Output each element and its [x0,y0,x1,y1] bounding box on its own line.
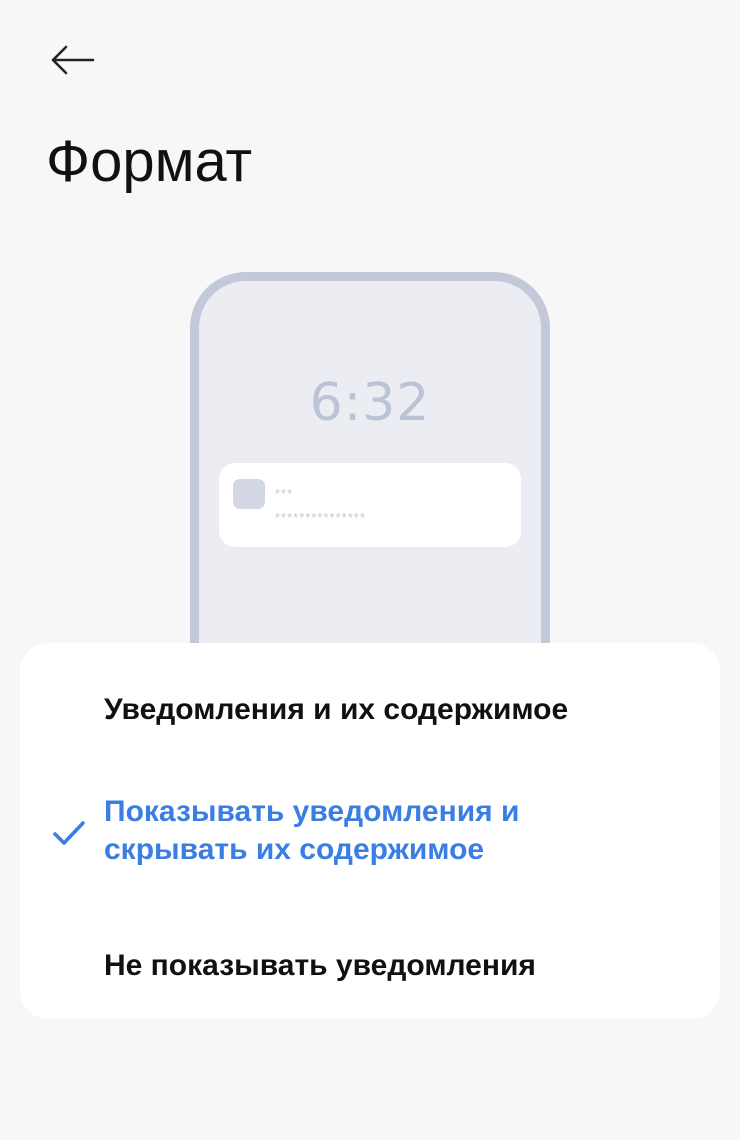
format-options-card: Уведомления и их содержимое Показывать у… [20,643,720,1019]
preview-notification: *** *************** [219,463,521,547]
option-show-all[interactable]: Уведомления и их содержимое [20,679,720,739]
option-label: Не показывать уведомления [104,949,536,982]
option-hide-content[interactable]: Показывать уведомления и скрывать их сод… [20,783,720,883]
page-title: Формат [46,129,253,194]
option-label: Показывать уведомления и скрывать их сод… [104,795,520,866]
preview-clock: 6:32 [309,373,431,433]
notification-body-masked: *************** [275,510,366,525]
option-label: Уведомления и их содержимое [104,693,569,726]
option-hide-notifications[interactable]: Не показывать уведомления [20,937,720,997]
back-button[interactable] [44,36,100,84]
lockscreen-preview-illustration: 6:32 *** *************** [190,272,550,702]
notification-title-masked: *** [275,486,294,501]
arrow-left-icon [51,45,95,75]
check-icon [53,821,85,845]
app-icon-placeholder [233,479,265,509]
